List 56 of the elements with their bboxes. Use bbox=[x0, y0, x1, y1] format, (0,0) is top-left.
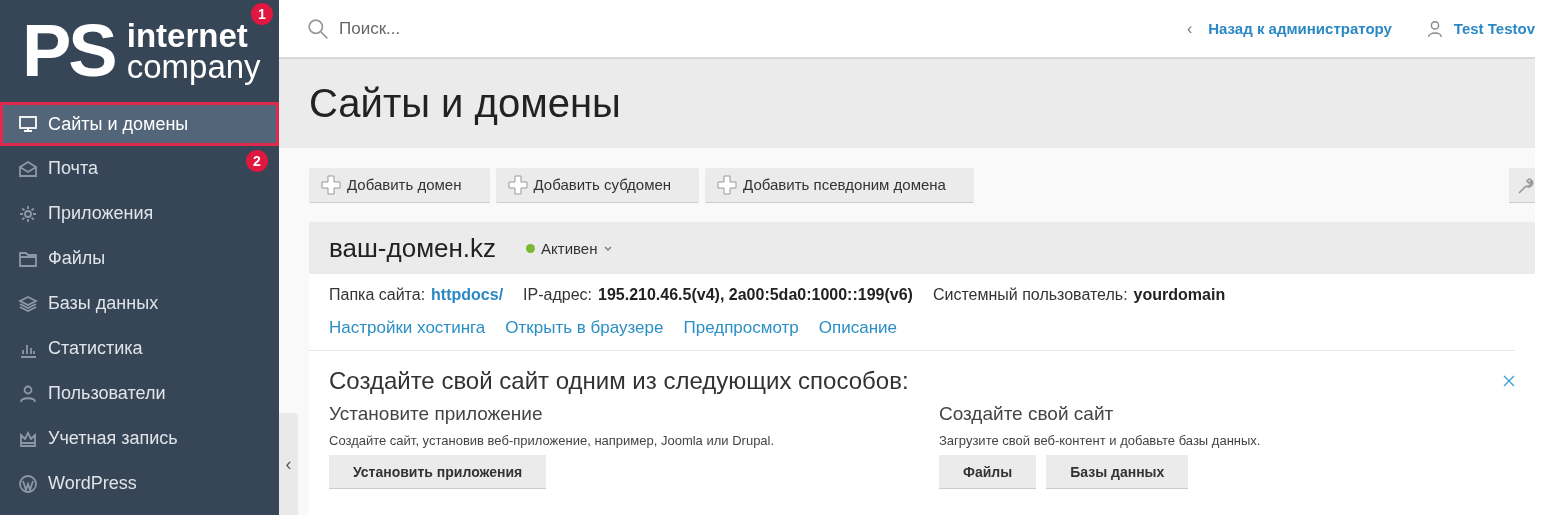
envelope-icon bbox=[18, 158, 38, 179]
section-title: Создайте свой сайт одним из следующих способов: bbox=[329, 367, 909, 395]
option-description: Загрузите свой веб-контент и добавьте базы данных. bbox=[939, 433, 1261, 448]
collapse-button[interactable]: ‹ bbox=[279, 413, 298, 515]
plus-icon bbox=[321, 174, 341, 195]
sidebar-item[interactable]: Статистика bbox=[0, 326, 236, 371]
folder-link[interactable]: httpdocs/ bbox=[431, 286, 504, 304]
toolbar-button[interactable]: Добавить псевдоним домена bbox=[705, 167, 974, 203]
toolbar-button[interactable]: Добавить субдомен bbox=[495, 167, 700, 203]
option-button[interactable]: Базы данных bbox=[1046, 455, 1189, 489]
sidebar-item[interactable]: Учетная запись bbox=[0, 416, 236, 461]
toolbar-button[interactable]: Добавить домен bbox=[309, 167, 490, 203]
user-icon bbox=[18, 383, 38, 404]
domain-name: ваш-домен.kz bbox=[329, 232, 497, 264]
tools-button[interactable] bbox=[1509, 167, 1535, 203]
info-label: Папка сайта: bbox=[329, 286, 426, 304]
option-title: Установите приложение bbox=[329, 403, 543, 425]
logo-mark: PS bbox=[22, 14, 115, 88]
user-link[interactable]: Test Testov bbox=[1453, 20, 1535, 37]
domain-link[interactable]: Открыть в браузере bbox=[505, 318, 664, 338]
sidebar-item[interactable]: Базы данных bbox=[0, 281, 236, 326]
search-icon bbox=[307, 17, 329, 40]
option-button[interactable]: Файлы bbox=[939, 455, 1037, 489]
status-dropdown[interactable]: Активен bbox=[526, 239, 614, 257]
option-title: Создайте свой сайт bbox=[939, 403, 1114, 425]
ip-address: 195.210.46.5(v4), 2a00:5da0:1000::199(v6) bbox=[598, 286, 913, 304]
sidebar-item[interactable]: WordPress bbox=[0, 461, 236, 506]
layers-icon bbox=[18, 293, 38, 314]
info-label: IP-адрес: bbox=[523, 286, 592, 304]
logo-text: company bbox=[126, 51, 261, 83]
system-user: yourdomain bbox=[1133, 286, 1226, 304]
sidebar-item[interactable]: Приложения bbox=[0, 191, 236, 236]
back-link[interactable]: Назад к администратору bbox=[1208, 20, 1392, 37]
page-title: Сайты и домены bbox=[309, 81, 621, 126]
annotation-badge: 1 bbox=[251, 3, 273, 25]
monitor-icon bbox=[18, 114, 38, 134]
wordpress-icon bbox=[18, 473, 38, 494]
gear-icon bbox=[18, 203, 38, 224]
close-icon[interactable] bbox=[1503, 375, 1515, 387]
plus-icon bbox=[717, 174, 738, 195]
user-icon bbox=[1425, 19, 1444, 38]
back-arrow: ‹ bbox=[1186, 19, 1193, 38]
option-description: Создайте сайт, установив веб-приложение, например, Joomla или Drupal. bbox=[329, 433, 775, 448]
logo-text: internet bbox=[126, 19, 249, 51]
info-label: Системный пользователь: bbox=[932, 286, 1128, 304]
sidebar-item[interactable]: Файлы bbox=[0, 236, 236, 281]
sidebar-item[interactable]: Сайты и домены bbox=[0, 102, 279, 146]
plus-icon bbox=[507, 174, 528, 195]
search-field[interactable]: Поиск... bbox=[337, 17, 641, 40]
sidebar-item[interactable]: Почта bbox=[0, 146, 236, 191]
option-button[interactable]: Установить приложения bbox=[329, 455, 547, 489]
domain-link[interactable]: Настройки хостинга bbox=[329, 318, 486, 338]
annotation-badge: 2 bbox=[246, 150, 268, 172]
sidebar-item[interactable]: Пользователи bbox=[0, 371, 236, 416]
domain-link[interactable]: Предпросмотр bbox=[683, 318, 799, 338]
domain-link[interactable]: Описание bbox=[818, 318, 897, 338]
